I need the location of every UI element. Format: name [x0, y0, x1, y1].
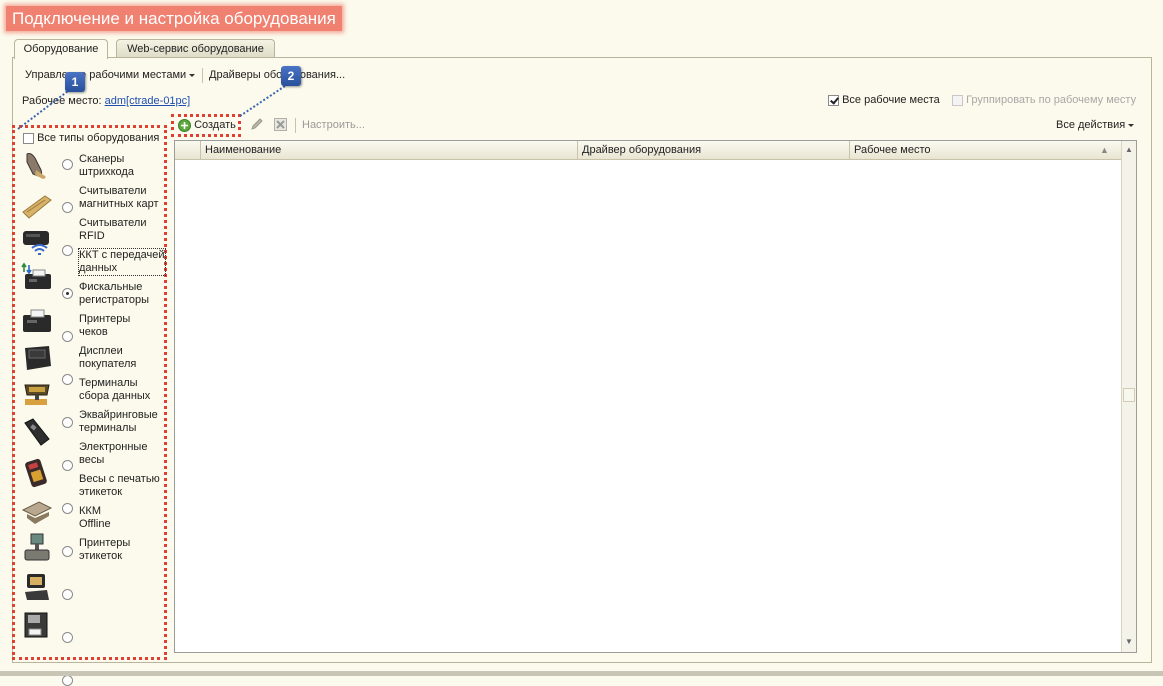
equipment-type-radio[interactable] — [62, 675, 73, 686]
callout-badge-2: 2 — [281, 66, 301, 86]
tab-equipment[interactable]: Оборудование — [14, 39, 108, 59]
callout-badge-1: 1 — [65, 72, 85, 92]
callout-lines — [17, 85, 286, 130]
window-bottom-border — [0, 671, 1163, 676]
